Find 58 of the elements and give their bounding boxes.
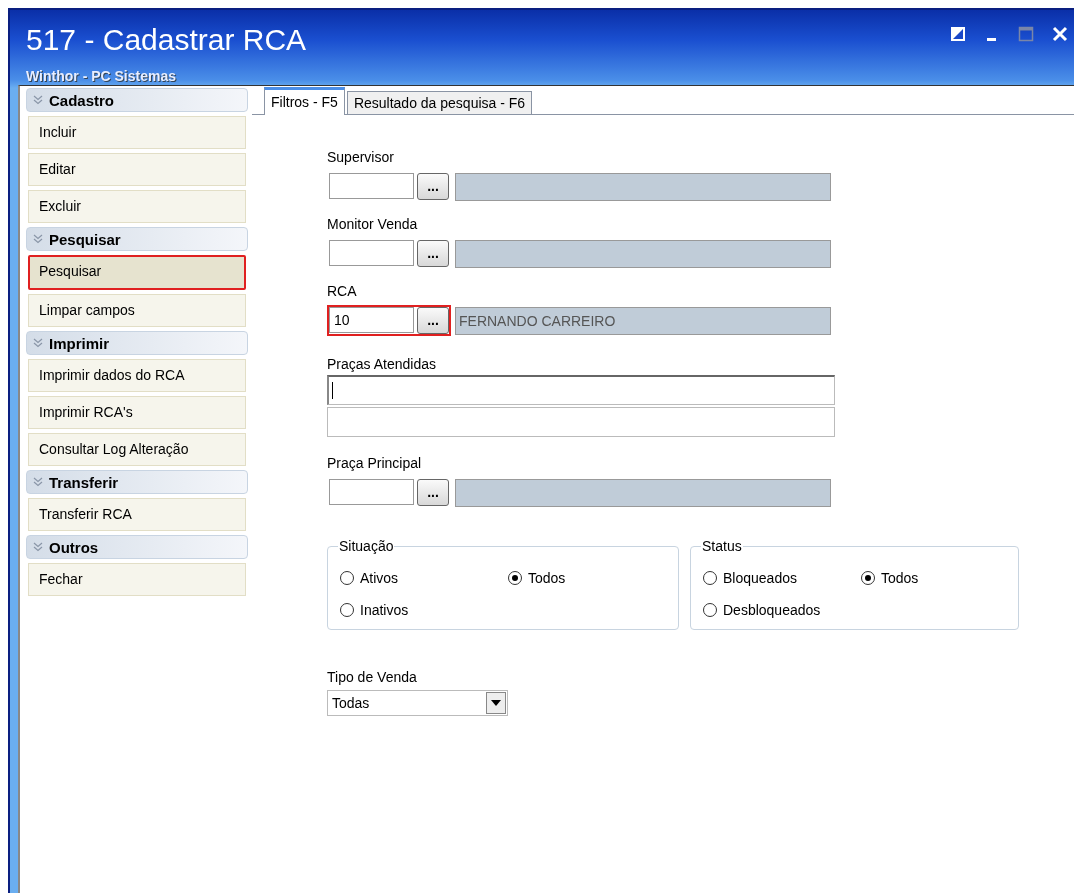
window-title: 517 - Cadastrar RCA	[26, 22, 307, 58]
chevron-icon	[33, 234, 43, 244]
chevron-icon	[33, 95, 43, 105]
sidebar-group-header[interactable]: Outros	[26, 535, 248, 559]
sidebar-group-header[interactable]: Pesquisar	[26, 227, 248, 251]
chevron-icon	[33, 542, 43, 552]
radio-icon[interactable]	[703, 571, 717, 585]
radio-option[interactable]: Bloqueados	[703, 569, 861, 587]
chevron-icon	[33, 477, 43, 487]
sidebar-button[interactable]: Transferir RCA	[28, 498, 246, 531]
tab[interactable]: Resultado da pesquisa - F6	[346, 91, 533, 114]
sidebar-button[interactable]: Editar	[28, 153, 246, 186]
group-title: Status	[701, 538, 743, 554]
input-field[interactable]	[327, 407, 835, 437]
tab[interactable]: Filtros - F5	[264, 87, 345, 115]
radio-option[interactable]: Todos	[861, 569, 1018, 587]
code-field[interactable]	[329, 479, 414, 505]
sidebar-button[interactable]: Imprimir dados do RCA	[28, 359, 246, 392]
input-field[interactable]	[327, 375, 835, 405]
sidebar-button[interactable]: Imprimir RCA's	[28, 396, 246, 429]
radio-icon[interactable]	[508, 571, 522, 585]
field-label: RCA	[327, 282, 358, 300]
radio-icon[interactable]	[340, 603, 354, 617]
radio-icon[interactable]	[340, 571, 354, 585]
lookup-button[interactable]: ...	[417, 240, 449, 267]
field-label: Praças Atendidas	[327, 355, 437, 373]
radio-option[interactable]: Todos	[508, 569, 678, 587]
sidebar-group-header[interactable]: Transferir	[26, 470, 248, 494]
chevron-icon	[33, 338, 43, 348]
sale-type-dropdown[interactable]: Todas	[327, 690, 508, 716]
field-label: Praça Principal	[327, 454, 423, 472]
radio-icon[interactable]	[861, 571, 875, 585]
code-field[interactable]: 10	[329, 307, 414, 333]
field-label: Tipo de Venda	[327, 668, 418, 686]
field-label: Supervisor	[327, 148, 395, 166]
restore-icon[interactable]	[950, 26, 966, 42]
sidebar-group-header[interactable]: Cadastro	[26, 88, 248, 112]
sidebar-button[interactable]: Fechar	[28, 563, 246, 596]
sidebar-button[interactable]: Excluir	[28, 190, 246, 223]
sidebar-button[interactable]: Incluir	[28, 116, 246, 149]
code-field[interactable]	[329, 240, 414, 266]
description-field: FERNANDO CARREIRO	[455, 306, 831, 335]
lookup-button[interactable]: ...	[417, 307, 449, 334]
sidebar-button[interactable]: Consultar Log Alteração	[28, 433, 246, 466]
lookup-button[interactable]: ...	[417, 173, 449, 200]
lookup-button[interactable]: ...	[417, 479, 449, 506]
sidebar-button[interactable]: Limpar campos	[28, 294, 246, 327]
group-title: Situação	[338, 538, 395, 554]
radio-icon[interactable]	[703, 603, 717, 617]
close-icon[interactable]	[1052, 26, 1068, 42]
radio-option[interactable]: Desbloqueados	[703, 601, 861, 619]
radio-option[interactable]: Ativos	[340, 569, 508, 587]
field-label: Monitor Venda	[327, 215, 419, 233]
window-subtitle: Winthor - PC Sistemas	[26, 68, 177, 84]
code-field[interactable]	[329, 173, 414, 199]
radio-option[interactable]: Inativos	[340, 601, 508, 619]
sidebar-button[interactable]: Pesquisar	[28, 255, 246, 290]
sidebar-group-header[interactable]: Imprimir	[26, 331, 248, 355]
